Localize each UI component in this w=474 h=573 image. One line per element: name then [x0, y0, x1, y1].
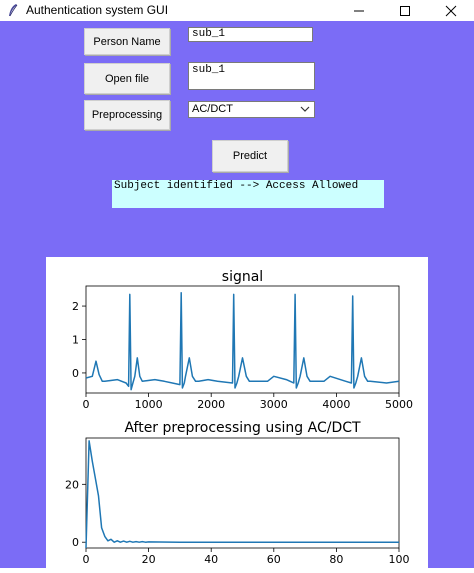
chart-1-x-tick-label: 40 — [204, 553, 218, 566]
chart-1-title: After preprocessing using AC/DCT — [124, 420, 361, 436]
minimize-button[interactable] — [336, 0, 382, 21]
chart-1-x-tick-label: 0 — [83, 553, 90, 566]
chart-0-x-tick-label: 4000 — [322, 398, 350, 411]
chart-0-y-tick-label: 1 — [72, 334, 79, 347]
chart-1-x-tick-label: 80 — [329, 553, 343, 566]
chart-0-series-0-line — [85, 291, 400, 391]
chart-0-title: signal — [222, 269, 263, 285]
maximize-icon — [400, 5, 410, 16]
chart-0-x-tick-label: 1000 — [135, 398, 163, 411]
chart-0-x-tick-label: 0 — [83, 398, 90, 411]
predict-button[interactable]: Predict — [212, 140, 288, 172]
preprocessing-selected-value: AC/DCT — [192, 103, 233, 115]
title-bar: Authentication system GUI — [0, 0, 474, 21]
maximize-button[interactable] — [382, 0, 428, 21]
charts-canvas: signal0 1000 2000 3000 4000 5000012After prep… — [65, 269, 413, 566]
chart-0-y-tick-label: 0 — [72, 367, 79, 380]
preprocessing-select[interactable]: AC/DCT — [188, 101, 315, 118]
chart-0-x-tick-label: 2000 — [197, 398, 225, 411]
chart-1-axes-frame — [85, 437, 400, 549]
plot-panel: signal 0 1000 2000 3000 4000 5000 0 1 2 After prep… — [46, 257, 428, 568]
chart-1-x-tick-label: 60 — [267, 553, 281, 566]
feather-icon — [9, 4, 18, 17]
chart-1-y-tick-label: 0 — [72, 536, 79, 549]
close-icon — [445, 5, 457, 16]
preprocessing-button[interactable]: Preprocessing — [84, 100, 170, 130]
chevron-down-icon — [300, 106, 310, 112]
file-path-field[interactable]: sub_1 — [188, 62, 315, 90]
open-file-button[interactable]: Open file — [84, 63, 170, 94]
chart-1-series-0-line — [85, 440, 399, 549]
close-button[interactable] — [428, 0, 474, 21]
window-title: Authentication system GUI — [26, 3, 169, 17]
minimize-icon — [354, 10, 364, 11]
chart-1-x-tick-label: 100 — [389, 553, 410, 566]
chart-0-x-tick-label: 5000 — [385, 398, 413, 411]
result-text: Subject identified --> Access Allowed — [112, 180, 384, 208]
chart-1-x-tick-label: 20 — [142, 553, 156, 566]
chart-0-x-tick-label: 3000 — [260, 398, 288, 411]
chart-1-y-tick-label: 20 — [65, 478, 79, 491]
person-name-input[interactable]: sub_1 — [188, 27, 313, 42]
person-name-button[interactable]: Person Name — [84, 28, 170, 55]
chart-0-y-tick-label: 2 — [72, 300, 79, 313]
